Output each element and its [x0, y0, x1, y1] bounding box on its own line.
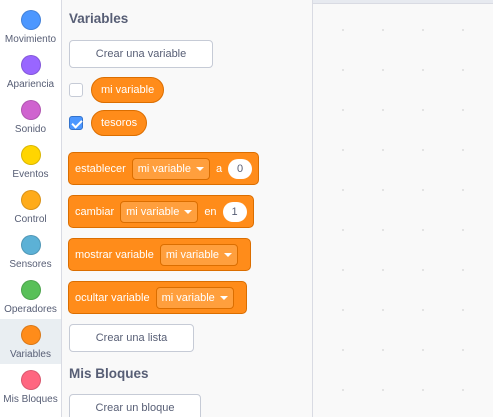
caret-down-icon: [184, 209, 193, 214]
script-workspace[interactable]: [313, 0, 493, 417]
variable-dropdown[interactable]: mi variable: [131, 157, 210, 180]
category-label: Sensores: [9, 259, 52, 270]
workspace-top-edge: [313, 0, 493, 4]
block-label: a: [215, 162, 223, 175]
hide-variable-block[interactable]: ocultar variable mi variable: [68, 281, 247, 314]
dropdown-value: mi variable: [126, 205, 180, 218]
category-mis-bloques[interactable]: Mis Bloques: [0, 364, 61, 409]
variable-reporter-tesoros[interactable]: tesoros: [91, 110, 148, 136]
variable-checkbox-tesoros[interactable]: [69, 116, 83, 130]
category-label: Control: [14, 214, 47, 225]
category-apariencia[interactable]: Apariencia: [0, 49, 61, 94]
block-label: mostrar variable: [75, 248, 154, 261]
category-label: Variables: [10, 349, 51, 360]
block-label: ocultar variable: [75, 291, 150, 304]
category-label: Operadores: [4, 304, 57, 315]
caret-down-icon: [219, 295, 228, 300]
category-sensores[interactable]: Sensores: [0, 229, 61, 274]
variable-reporter-mi-variable[interactable]: mi variable: [91, 77, 165, 103]
sensores-dot-icon: [21, 235, 41, 255]
category-eventos[interactable]: Eventos: [0, 139, 61, 184]
make-block-button[interactable]: Crear un bloque: [69, 394, 201, 417]
control-dot-icon: [21, 190, 41, 210]
dropdown-value: mi variable: [165, 248, 220, 261]
category-label: Mis Bloques: [3, 394, 58, 405]
sonido-dot-icon: [21, 100, 41, 120]
block-label: en: [204, 205, 217, 218]
mis-bloques-dot-icon: [21, 370, 41, 390]
movimiento-dot-icon: [21, 10, 41, 30]
make-list-button[interactable]: Crear una lista: [69, 324, 194, 352]
caret-down-icon: [224, 252, 233, 257]
eventos-dot-icon: [21, 145, 41, 165]
caret-down-icon: [195, 166, 204, 171]
variables-dot-icon: [21, 325, 41, 345]
category-label: Apariencia: [6, 79, 55, 90]
category-label: Eventos: [12, 169, 49, 180]
variable-dropdown[interactable]: mi variable: [120, 200, 199, 223]
set-variable-block[interactable]: establecer mi variable a 0: [68, 152, 260, 185]
category-variables[interactable]: Variables: [0, 319, 61, 364]
category-movimiento[interactable]: Movimiento: [0, 4, 61, 49]
block-label: cambiar: [75, 205, 115, 218]
change-variable-block[interactable]: cambiar mi variable en 1: [68, 195, 254, 228]
category-operadores[interactable]: Operadores: [0, 274, 61, 319]
dropdown-value: mi variable: [161, 291, 215, 304]
block-label: establecer: [75, 162, 126, 175]
value-input[interactable]: 1: [222, 201, 247, 222]
category-sonido[interactable]: Sonido: [0, 94, 61, 139]
dropdown-value: mi variable: [137, 162, 191, 175]
make-variable-button[interactable]: Crear una variable: [69, 40, 213, 68]
category-control[interactable]: Control: [0, 184, 61, 229]
category-label: Sonido: [14, 124, 47, 135]
category-menu: Movimiento Apariencia Sonido Eventos Con…: [0, 0, 62, 417]
block-palette: Variables Crear una variable mi variable…: [62, 0, 313, 417]
apariencia-dot-icon: [21, 55, 41, 75]
my-blocks-section-title: Mis Bloques: [69, 366, 149, 381]
variable-checkbox-mi-variable[interactable]: [69, 83, 83, 97]
variable-dropdown[interactable]: mi variable: [155, 286, 234, 309]
variable-dropdown[interactable]: mi variable: [159, 243, 239, 266]
variables-section-title: Variables: [69, 11, 129, 26]
show-variable-block[interactable]: mostrar variable mi variable: [68, 238, 252, 271]
operadores-dot-icon: [21, 280, 41, 300]
value-input[interactable]: 0: [228, 158, 253, 179]
category-label: Movimiento: [4, 34, 57, 45]
